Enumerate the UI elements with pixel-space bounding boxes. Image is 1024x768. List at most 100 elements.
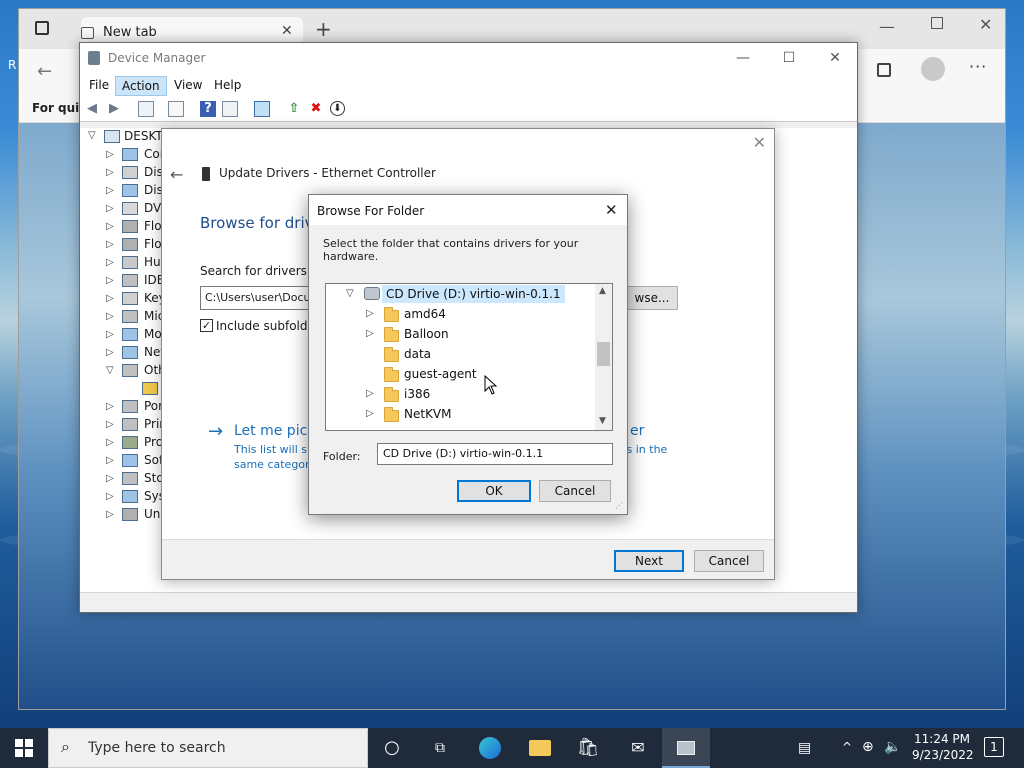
chevron-right-icon[interactable]: ▷ — [366, 308, 374, 319]
resize-grip-icon[interactable]: ⋰ — [615, 501, 623, 510]
browser-tab-title: New tab — [103, 25, 157, 40]
minimize-icon[interactable]: — — [879, 17, 895, 36]
scrollbar-thumb[interactable] — [597, 342, 610, 366]
back-icon[interactable]: ← — [37, 61, 52, 82]
cancel-button[interactable]: Cancel — [539, 480, 611, 502]
maximize-icon[interactable] — [931, 17, 943, 29]
chevron-right-icon[interactable]: ▷ — [106, 509, 114, 520]
folder-tree-scrollbar[interactable]: ▲ ▼ — [595, 284, 612, 430]
cancel-button[interactable]: Cancel — [694, 550, 764, 572]
add-tab-icon[interactable]: + — [315, 17, 332, 41]
show-hide-console-tree-icon[interactable] — [138, 101, 154, 117]
toolbar: ◀ ▶ ? ⇧ ✖ ⬇ — [80, 96, 857, 122]
device-category-icon — [122, 472, 138, 485]
maximize-icon[interactable]: ☐ — [766, 43, 812, 74]
chevron-right-icon[interactable]: ▷ — [106, 293, 114, 304]
chevron-right-icon[interactable]: ▷ — [106, 437, 114, 448]
device-category-icon — [122, 490, 138, 503]
task-view-icon[interactable]: ⧉ — [416, 728, 464, 768]
chevron-right-icon[interactable]: ▷ — [106, 329, 114, 340]
device-category-label: Mo — [144, 327, 162, 341]
properties-icon[interactable] — [168, 101, 184, 117]
chevron-right-icon[interactable]: ▷ — [106, 347, 114, 358]
store-icon[interactable]: 🛍 — [564, 728, 612, 768]
chevron-right-icon[interactable]: ▷ — [106, 455, 114, 466]
folder-label: i386 — [404, 387, 431, 401]
notification-icon[interactable]: 1 — [984, 737, 1004, 757]
chevron-right-icon[interactable]: ▷ — [106, 491, 114, 502]
uninstall-icon[interactable]: ✖ — [308, 101, 324, 117]
show-hide-action-pane-icon[interactable] — [222, 101, 238, 117]
clock-time[interactable]: 11:24 PM — [914, 732, 970, 746]
chevron-right-icon[interactable]: ▷ — [366, 328, 374, 339]
browse-button[interactable]: wse... — [626, 286, 678, 310]
profile-avatar-icon[interactable] — [921, 57, 945, 81]
chevron-right-icon[interactable]: ▷ — [106, 239, 114, 250]
folder-label: guest-agent — [404, 367, 477, 381]
chevron-right-icon[interactable]: ▷ — [106, 311, 114, 322]
let-me-pick-link[interactable]: Let me pick — [234, 423, 315, 439]
warning-device-icon — [142, 382, 158, 395]
chevron-up-icon[interactable]: ^ — [842, 740, 852, 754]
clock-date[interactable]: 9/23/2022 — [912, 748, 974, 762]
close-icon[interactable]: ✕ — [979, 15, 992, 34]
chevron-right-icon[interactable]: ▷ — [106, 257, 114, 268]
chevron-right-icon[interactable]: ▷ — [106, 203, 114, 214]
chevron-right-icon[interactable]: ▷ — [106, 473, 114, 484]
news-icon[interactable]: ▤ — [798, 740, 811, 756]
more-options-icon[interactable]: ··· — [969, 57, 987, 76]
network-icon[interactable]: ⊕ — [862, 739, 874, 755]
start-windows-icon[interactable] — [0, 728, 48, 768]
chevron-right-icon[interactable]: ▷ — [106, 401, 114, 412]
chevron-down-icon[interactable]: ▽ — [346, 288, 354, 299]
folder-tree[interactable]: ▽ CD Drive (D:) virtio-win-0.1.1 ▷ amd64 ▷… — [325, 283, 613, 431]
chevron-down-icon[interactable]: ▽ — [88, 130, 96, 141]
chevron-right-icon[interactable]: ▷ — [106, 275, 114, 286]
update-driver-icon[interactable]: ⇧ — [286, 101, 302, 117]
cortana-icon[interactable]: ○ — [368, 728, 416, 768]
tab-actions-icon[interactable] — [35, 21, 49, 35]
device-manager-taskbar-icon[interactable] — [662, 728, 710, 768]
file-explorer-icon[interactable] — [516, 728, 564, 768]
close-tab-icon[interactable]: ✕ — [281, 23, 293, 39]
browse-dialog-titlebar[interactable]: Browse For Folder ✕ — [309, 195, 627, 225]
chevron-right-icon[interactable]: ▷ — [106, 185, 114, 196]
minimize-icon[interactable]: — — [720, 43, 766, 74]
folder-path-input[interactable]: CD Drive (D:) virtio-win-0.1.1 — [377, 443, 613, 465]
close-icon[interactable]: ✕ — [605, 201, 618, 219]
collections-icon[interactable] — [877, 63, 891, 77]
scan-hardware-icon[interactable] — [254, 101, 270, 117]
device-category-icon — [122, 418, 138, 431]
back-arrow-icon[interactable]: ← — [170, 165, 183, 184]
help-icon[interactable]: ? — [200, 101, 216, 117]
forward-icon[interactable]: ▶ — [106, 101, 122, 117]
ok-button[interactable]: OK — [457, 480, 531, 502]
chevron-right-icon[interactable]: ▷ — [106, 149, 114, 160]
let-me-pick-link-tail[interactable]: er — [630, 423, 644, 439]
edge-browser-icon[interactable] — [466, 728, 514, 768]
mail-icon[interactable]: ✉ — [614, 728, 662, 768]
chevron-right-icon[interactable]: ▷ — [106, 419, 114, 430]
chevron-right-icon[interactable]: ▷ — [366, 388, 374, 399]
disable-device-icon[interactable]: ⬇ — [330, 101, 345, 116]
driver-path-input[interactable]: C:\Users\user\Docu — [200, 286, 310, 310]
menu-help[interactable]: Help — [208, 76, 247, 96]
next-button[interactable]: Next — [614, 550, 684, 572]
chevron-right-icon[interactable]: ▷ — [366, 408, 374, 419]
close-icon[interactable]: ✕ — [753, 133, 766, 152]
menu-file[interactable]: File — [83, 76, 115, 96]
close-icon[interactable]: ✕ — [812, 43, 858, 74]
device-category-icon — [122, 436, 138, 449]
chevron-down-icon[interactable]: ▽ — [106, 365, 114, 376]
volume-icon[interactable]: 🔈 — [884, 739, 901, 755]
include-subfolders-checkbox[interactable]: ✓ — [200, 319, 213, 332]
device-manager-titlebar[interactable]: Device Manager — ☐ ✕ — [80, 43, 857, 74]
menu-view[interactable]: View — [168, 76, 208, 96]
back-icon[interactable]: ◀ — [84, 101, 100, 117]
scroll-down-icon[interactable]: ▼ — [599, 416, 606, 426]
chevron-right-icon[interactable]: ▷ — [106, 221, 114, 232]
scroll-up-icon[interactable]: ▲ — [599, 286, 606, 296]
menu-action[interactable]: Action — [115, 76, 167, 96]
taskbar-search-box[interactable]: ⌕ Type here to search — [48, 728, 368, 768]
chevron-right-icon[interactable]: ▷ — [106, 167, 114, 178]
